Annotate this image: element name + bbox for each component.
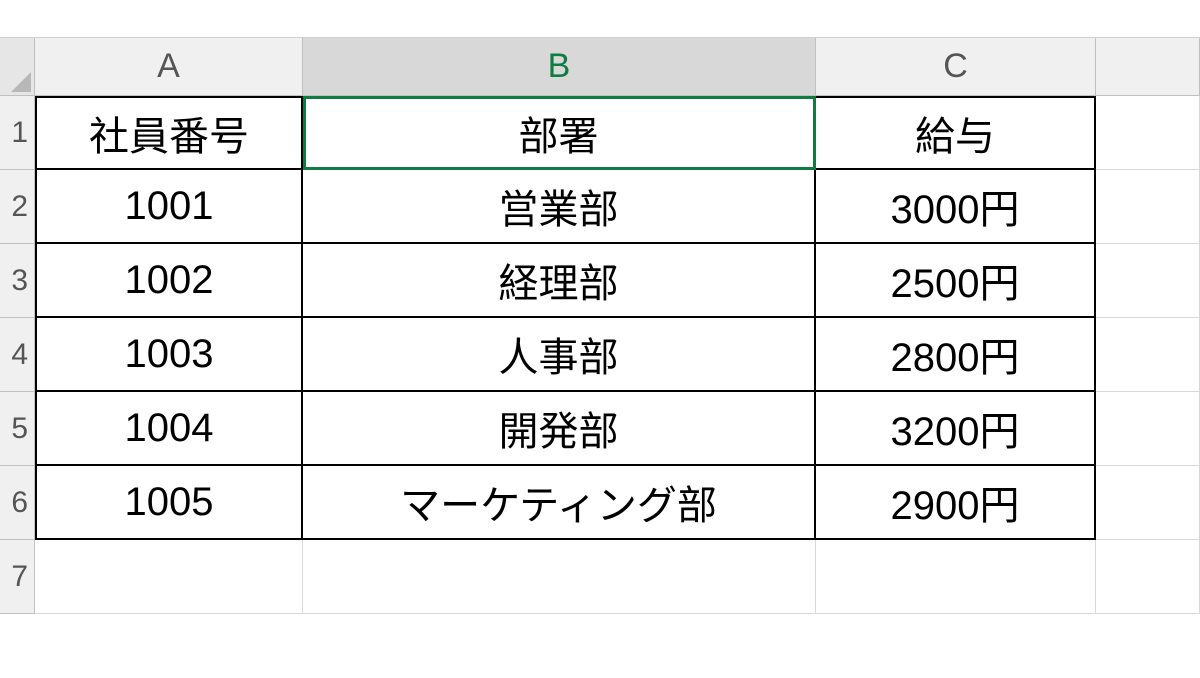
cell-c4[interactable]: 2800円 [816,318,1096,392]
cell-d3[interactable] [1096,244,1200,318]
cell-b6[interactable]: マーケティング部 [303,466,816,540]
cell-a3[interactable]: 1002 [35,244,303,318]
cell-a2[interactable]: 1001 [35,170,303,244]
cell-d5[interactable] [1096,392,1200,466]
row-header-4[interactable]: 4 [0,318,35,392]
cell-b1[interactable]: 部署 [303,96,816,170]
column-header-b[interactable]: B [303,38,816,96]
column-header-d[interactable] [1096,38,1200,96]
cell-b2[interactable]: 営業部 [303,170,816,244]
cell-b5[interactable]: 開発部 [303,392,816,466]
cell-a6[interactable]: 1005 [35,466,303,540]
cell-d2[interactable] [1096,170,1200,244]
cell-c2[interactable]: 3000円 [816,170,1096,244]
row-header-3[interactable]: 3 [0,244,35,318]
column-header-c[interactable]: C [816,38,1096,96]
cell-c7[interactable] [816,540,1096,614]
cell-a1[interactable]: 社員番号 [35,96,303,170]
column-header-a[interactable]: A [35,38,303,96]
row-header-1[interactable]: 1 [0,96,35,170]
row-header-7[interactable]: 7 [0,540,35,614]
cell-d4[interactable] [1096,318,1200,392]
select-all-corner[interactable] [0,38,35,96]
cell-d7[interactable] [1096,540,1200,614]
cell-b3[interactable]: 経理部 [303,244,816,318]
cell-d6[interactable] [1096,466,1200,540]
cell-a7[interactable] [35,540,303,614]
cell-c3[interactable]: 2500円 [816,244,1096,318]
cell-a5[interactable]: 1004 [35,392,303,466]
cell-a4[interactable]: 1003 [35,318,303,392]
cell-d1[interactable] [1096,96,1200,170]
cell-c6[interactable]: 2900円 [816,466,1096,540]
row-header-5[interactable]: 5 [0,392,35,466]
formula-bar-area [0,0,1200,38]
cell-c1[interactable]: 給与 [816,96,1096,170]
cell-c5[interactable]: 3200円 [816,392,1096,466]
row-header-2[interactable]: 2 [0,170,35,244]
row-header-6[interactable]: 6 [0,466,35,540]
select-all-triangle-icon [11,72,31,92]
cell-b4[interactable]: 人事部 [303,318,816,392]
cell-b7[interactable] [303,540,816,614]
spreadsheet-grid[interactable]: A B C 1 社員番号 部署 給与 2 1001 営業部 3000円 3 10… [0,0,1200,614]
